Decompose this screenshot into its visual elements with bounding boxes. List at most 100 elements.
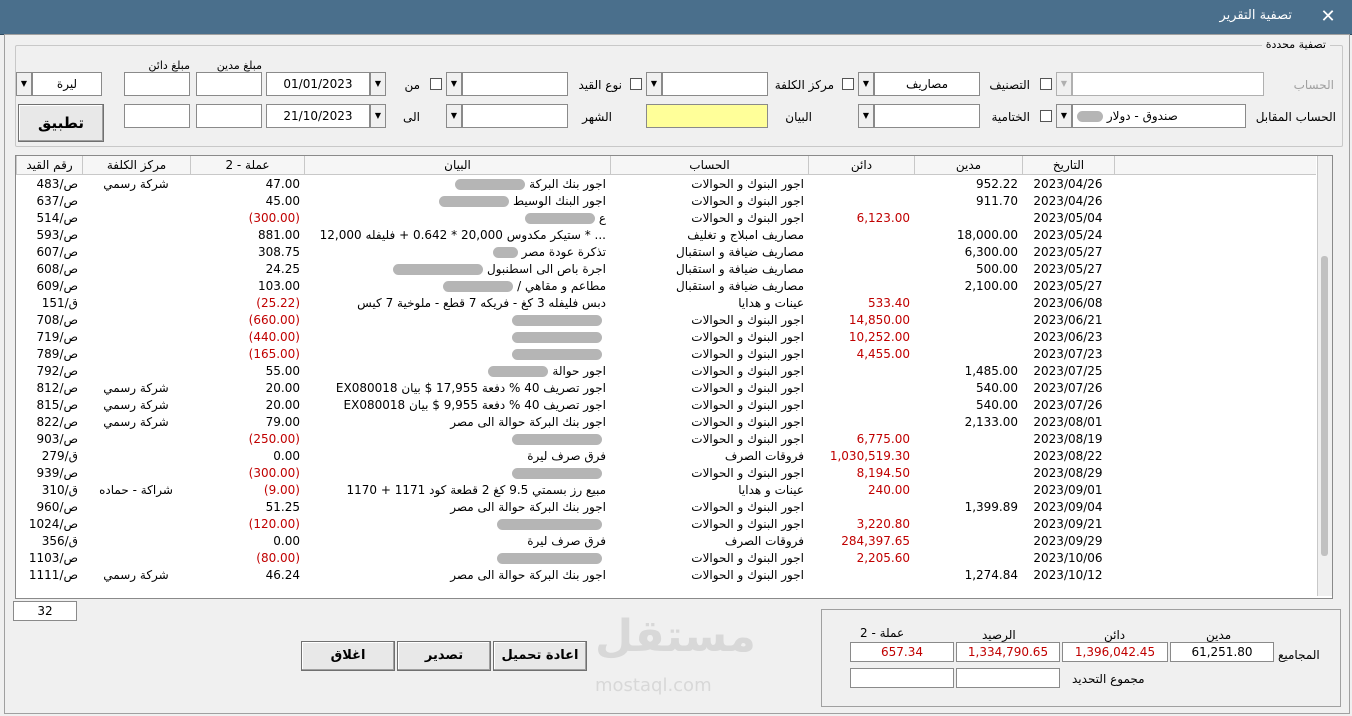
totals-credit-value: 1,396,042.45 — [1062, 642, 1168, 662]
table-row[interactable]: ص/792 55.00 اجور حوالة اجور البنوك و الحوال… — [16, 363, 1316, 380]
table-row[interactable]: ص/789 (165.00) اجور البنوك و الحوالات 4,455… — [16, 346, 1316, 363]
cost-center-checkbox[interactable] — [630, 78, 642, 90]
table-row[interactable]: ص/903 (250.00) اجور البنوك و الحوالات 6,775… — [16, 431, 1316, 448]
col-debit[interactable]: مدين — [914, 156, 1022, 174]
counter-account-input[interactable]: صندوق - دولار — [1072, 104, 1246, 128]
table-row[interactable]: ق/356 0.00 فرق صرف ليرة فروقات الصرف 284,397… — [16, 533, 1316, 550]
closing-dropdown[interactable]: ▼ — [858, 104, 874, 128]
table-row[interactable]: ص/514 (300.00) ع اجور البنوك و الحوالات 6,12… — [16, 210, 1316, 227]
col-account[interactable]: الحساب — [610, 156, 808, 174]
to-date-dropdown[interactable]: ▼ — [370, 104, 386, 128]
debit-amount-to-input[interactable] — [196, 104, 262, 128]
col-credit[interactable]: دائن — [808, 156, 914, 174]
close-icon[interactable]: ✕ — [1318, 6, 1338, 27]
cell-currency2: 0.00 — [273, 449, 300, 463]
entry-type-checkbox[interactable] — [430, 78, 442, 90]
cost-center-input[interactable] — [662, 72, 768, 96]
col-statement[interactable]: البيان — [304, 156, 610, 174]
cell-statement: اجور بنك البركة — [304, 176, 610, 193]
currency-input[interactable]: ليرة — [32, 72, 102, 96]
table-row[interactable]: ص/822 شركة رسمي 79.00 اجور بنك البركة حوالة… — [16, 414, 1316, 431]
cell-entry-no: ص/1103 — [28, 551, 78, 565]
counter-account-dropdown[interactable]: ▼ — [1056, 104, 1072, 128]
closing-input[interactable] — [874, 104, 980, 128]
table-row[interactable]: ص/960 51.25 اجور بنك البركة حوالة الى مصر ا… — [16, 499, 1316, 516]
cell-credit: 2,205.60 — [856, 551, 910, 565]
cell-credit: 8,194.50 — [856, 466, 910, 480]
table-row[interactable]: ص/607 308.75 تذكرة عودة مصر مصاريف ضيافة و … — [16, 244, 1316, 261]
credit-amount-to-input[interactable] — [124, 104, 190, 128]
statement-text: اجور بنك البركة حوالة الى مصر — [450, 415, 606, 429]
export-button[interactable]: تصدير — [397, 641, 491, 671]
table-row[interactable]: ص/608 24.25 اجرة باص الى اسطنبول مصاريف ضيا… — [16, 261, 1316, 278]
account-dropdown[interactable]: ▼ — [1056, 72, 1072, 96]
table-row[interactable]: ص/1103 (80.00) اجور البنوك و الحوالات 2,205… — [16, 550, 1316, 567]
table-row[interactable]: ص/708 (660.00) اجور البنوك و الحوالات 14,85… — [16, 312, 1316, 329]
col-entry-no[interactable]: رقم القيد — [16, 156, 82, 174]
cell-date: 2023/05/27 — [1033, 245, 1103, 259]
window-title: تصفية التقرير — [1219, 8, 1292, 23]
statement-text: مطاعم و مقاهي / — [517, 279, 606, 293]
table-row[interactable]: ق/310 شراكة - حماده (9.00) مبيع رز بسمتي 9.… — [16, 482, 1316, 499]
col-cost-center[interactable]: مركز الكلفة — [82, 156, 190, 174]
table-row[interactable]: ص/483 شركة رسمي 47.00 اجور بنك البركة اجور ا… — [16, 176, 1316, 193]
cell-cost-center — [82, 465, 190, 482]
cell-account: اجور البنوك و الحوالات — [691, 432, 804, 446]
cell-entry-no: ص/708 — [36, 313, 78, 327]
from-date-input[interactable]: 01/01/2023 — [266, 72, 370, 96]
table-row[interactable]: ص/719 (440.00) اجور البنوك و الحوالات 10,25… — [16, 329, 1316, 346]
classification-input[interactable]: مصاريف — [874, 72, 980, 96]
entry-type-input[interactable] — [462, 72, 568, 96]
cell-currency2: (120.00) — [248, 517, 300, 531]
cell-entry-no: ق/310 — [41, 483, 78, 497]
cell-statement: اجور تصريف 40 % دفعة 17,955 $ بيان EX080… — [304, 380, 610, 397]
currency-dropdown[interactable]: ▼ — [16, 72, 32, 96]
redacted-text — [1077, 111, 1103, 122]
month-dropdown[interactable]: ▼ — [446, 104, 462, 128]
statement-input[interactable] — [646, 104, 768, 128]
table-row[interactable]: ص/815 شركة رسمي 20.00 اجور تصريف 40 % دفعة … — [16, 397, 1316, 414]
credit-amount-from-input[interactable] — [124, 72, 190, 96]
cell-debit — [914, 431, 1022, 448]
cell-account: مصاريف ضيافة و استقبال — [676, 245, 804, 259]
col-date[interactable]: التاريخ — [1022, 156, 1114, 174]
col-currency2[interactable]: عملة - 2 — [190, 156, 304, 174]
to-date-input[interactable]: 21/10/2023 — [266, 104, 370, 128]
entry-type-dropdown[interactable]: ▼ — [446, 72, 462, 96]
reload-button[interactable]: اعادة تحميل — [493, 641, 587, 671]
table-row[interactable]: ص/812 شركة رسمي 20.00 اجور تصريف 40 % دفعة … — [16, 380, 1316, 397]
table-row[interactable]: ص/609 103.00 مطاعم و مقاهي / مصاريف ضيافة و… — [16, 278, 1316, 295]
cost-center-dropdown[interactable]: ▼ — [646, 72, 662, 96]
cell-statement: ... * ستيكر مكدوس 20,000 * 0.642 + فليفل… — [304, 227, 610, 244]
apply-button[interactable]: تطبيق — [18, 104, 104, 142]
cell-entry-no: ص/607 — [36, 245, 78, 259]
table-row[interactable]: ق/279 0.00 فرق صرف ليرة فروقات الصرف 1,030,5… — [16, 448, 1316, 465]
table-row[interactable]: ص/1111 شركة رسمي 46.24 اجور بنك البركة حوال… — [16, 567, 1316, 584]
classification-checkbox[interactable] — [842, 78, 854, 90]
debit-amount-from-input[interactable] — [196, 72, 262, 96]
title-bar: تصفية التقرير ✕ — [0, 0, 1352, 35]
cell-cost-center — [82, 346, 190, 363]
results-table: رقم القيد مركز الكلفة عملة - 2 البيان ال… — [15, 155, 1333, 599]
cell-statement: اجور تصريف 40 % دفعة 9,955 $ بيان EX0800… — [304, 397, 610, 414]
month-input[interactable] — [462, 104, 568, 128]
table-row[interactable]: ص/593 881.00 ... * ستيكر مكدوس 20,000 * 0.… — [16, 227, 1316, 244]
counter-account-checkbox[interactable] — [1040, 110, 1052, 122]
cell-cost-center — [82, 516, 190, 533]
close-button[interactable]: اغلاق — [301, 641, 395, 671]
cell-currency2: (300.00) — [248, 211, 300, 225]
from-date-dropdown[interactable]: ▼ — [370, 72, 386, 96]
table-row[interactable]: ص/637 45.00 اجور البنك الوسيط اجور البنوك و… — [16, 193, 1316, 210]
cell-account: فروقات الصرف — [724, 534, 804, 548]
table-row[interactable]: ص/1024 (120.00) اجور البنوك و الحوالات 3,22… — [16, 516, 1316, 533]
vertical-scrollbar[interactable] — [1317, 156, 1332, 596]
table-row[interactable]: ص/939 (300.00) اجور البنوك و الحوالات 8,194… — [16, 465, 1316, 482]
account-checkbox[interactable] — [1040, 78, 1052, 90]
classification-dropdown[interactable]: ▼ — [858, 72, 874, 96]
scrollbar-thumb[interactable] — [1321, 256, 1328, 556]
cell-credit: 14,850.00 — [848, 313, 910, 327]
cell-currency2: (25.22) — [256, 296, 300, 310]
account-input[interactable] — [1072, 72, 1264, 96]
table-row[interactable]: ق/151 (25.22) دبس فليفله 3 كغ - فريكه 7 قط… — [16, 295, 1316, 312]
cell-cost-center — [82, 448, 190, 465]
